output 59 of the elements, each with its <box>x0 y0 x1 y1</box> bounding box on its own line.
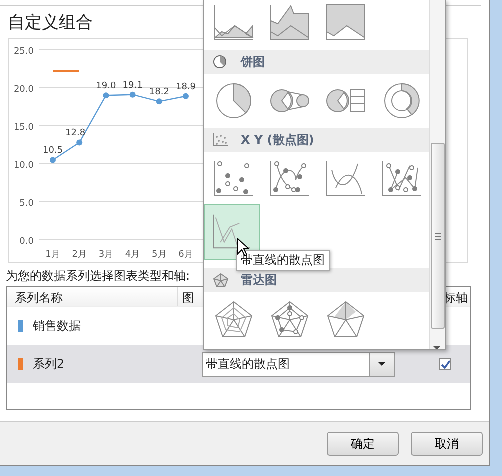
data-point <box>50 157 56 164</box>
axis-label: 5月 <box>152 250 167 260</box>
column-header: 系列名称 <box>7 287 178 306</box>
scrollbar-thumb[interactable] <box>431 143 445 329</box>
scatter-chart-icon <box>213 213 251 251</box>
data-point <box>103 92 110 99</box>
data-point <box>130 92 136 98</box>
scatter-chart-icon <box>326 160 366 198</box>
dialog-title: 自定义组合 <box>8 12 93 35</box>
scatter-chart-icon <box>214 160 254 198</box>
data-label: 19.1 <box>122 80 143 91</box>
dropdown-arrow-icon <box>378 362 386 366</box>
data-point <box>156 98 162 105</box>
series-name: 销售数据 <box>33 318 81 335</box>
axis-label: 10.0 <box>14 161 34 171</box>
cancel-button[interactable]: 取消 <box>411 432 483 456</box>
pie-chart-icon <box>214 82 254 120</box>
radar-chart-icon <box>270 300 310 338</box>
column-header: 图 <box>181 290 196 306</box>
axis-label: 2月 <box>72 250 87 260</box>
radar-chart-icon <box>326 300 366 338</box>
data-point <box>76 140 83 146</box>
data-label: 10.5 <box>42 146 64 156</box>
series-line <box>53 70 79 72</box>
axis-label: 20.0 <box>14 85 34 95</box>
axis-label: 25.0 <box>14 47 34 57</box>
section-title: 饼图 <box>241 54 265 71</box>
section-title: 雷达图 <box>241 272 277 289</box>
scatter-chart-icon <box>382 160 422 198</box>
section-title: X Y (散点图) <box>241 132 314 149</box>
checkbox[interactable] <box>439 358 451 370</box>
series-name: 系列2 <box>33 356 65 373</box>
scrollbar[interactable] <box>429 0 445 349</box>
scatter-chart-icon <box>213 132 229 148</box>
data-label: 18.2 <box>149 88 170 98</box>
area-chart-icon <box>214 4 254 42</box>
area-chart-icon <box>326 4 366 42</box>
pie-chart-icon <box>382 82 422 120</box>
data-point <box>183 93 189 100</box>
data-label: 18.9 <box>176 82 196 92</box>
axis-label: 15.0 <box>14 123 34 133</box>
radar-chart-icon <box>214 300 254 338</box>
axis-label: 1月 <box>46 250 60 260</box>
scatter-chart-icon <box>270 160 310 198</box>
ok-button[interactable]: 确定 <box>327 432 399 456</box>
tooltip: 带直线的散点图 <box>236 250 330 271</box>
axis-label: 5.0 <box>20 199 34 209</box>
axis-label: 3月 <box>98 250 114 260</box>
pie-chart-icon <box>213 54 229 70</box>
radar-chart-icon <box>213 272 229 288</box>
scroll-down-icon[interactable] <box>433 346 441 349</box>
axis-label: 0.0 <box>20 237 34 247</box>
axis-label: 6月 <box>178 250 194 260</box>
instruction-text: 为您的数据系列选择图表类型和轴: <box>6 268 190 285</box>
data-label: 12.8 <box>66 128 86 139</box>
data-label: 19.0 <box>96 82 116 92</box>
chart-type-dropdown[interactable]: 带直线的散点图 <box>202 352 395 376</box>
area-chart-icon <box>270 4 310 42</box>
axis-label: 4月 <box>125 250 140 260</box>
